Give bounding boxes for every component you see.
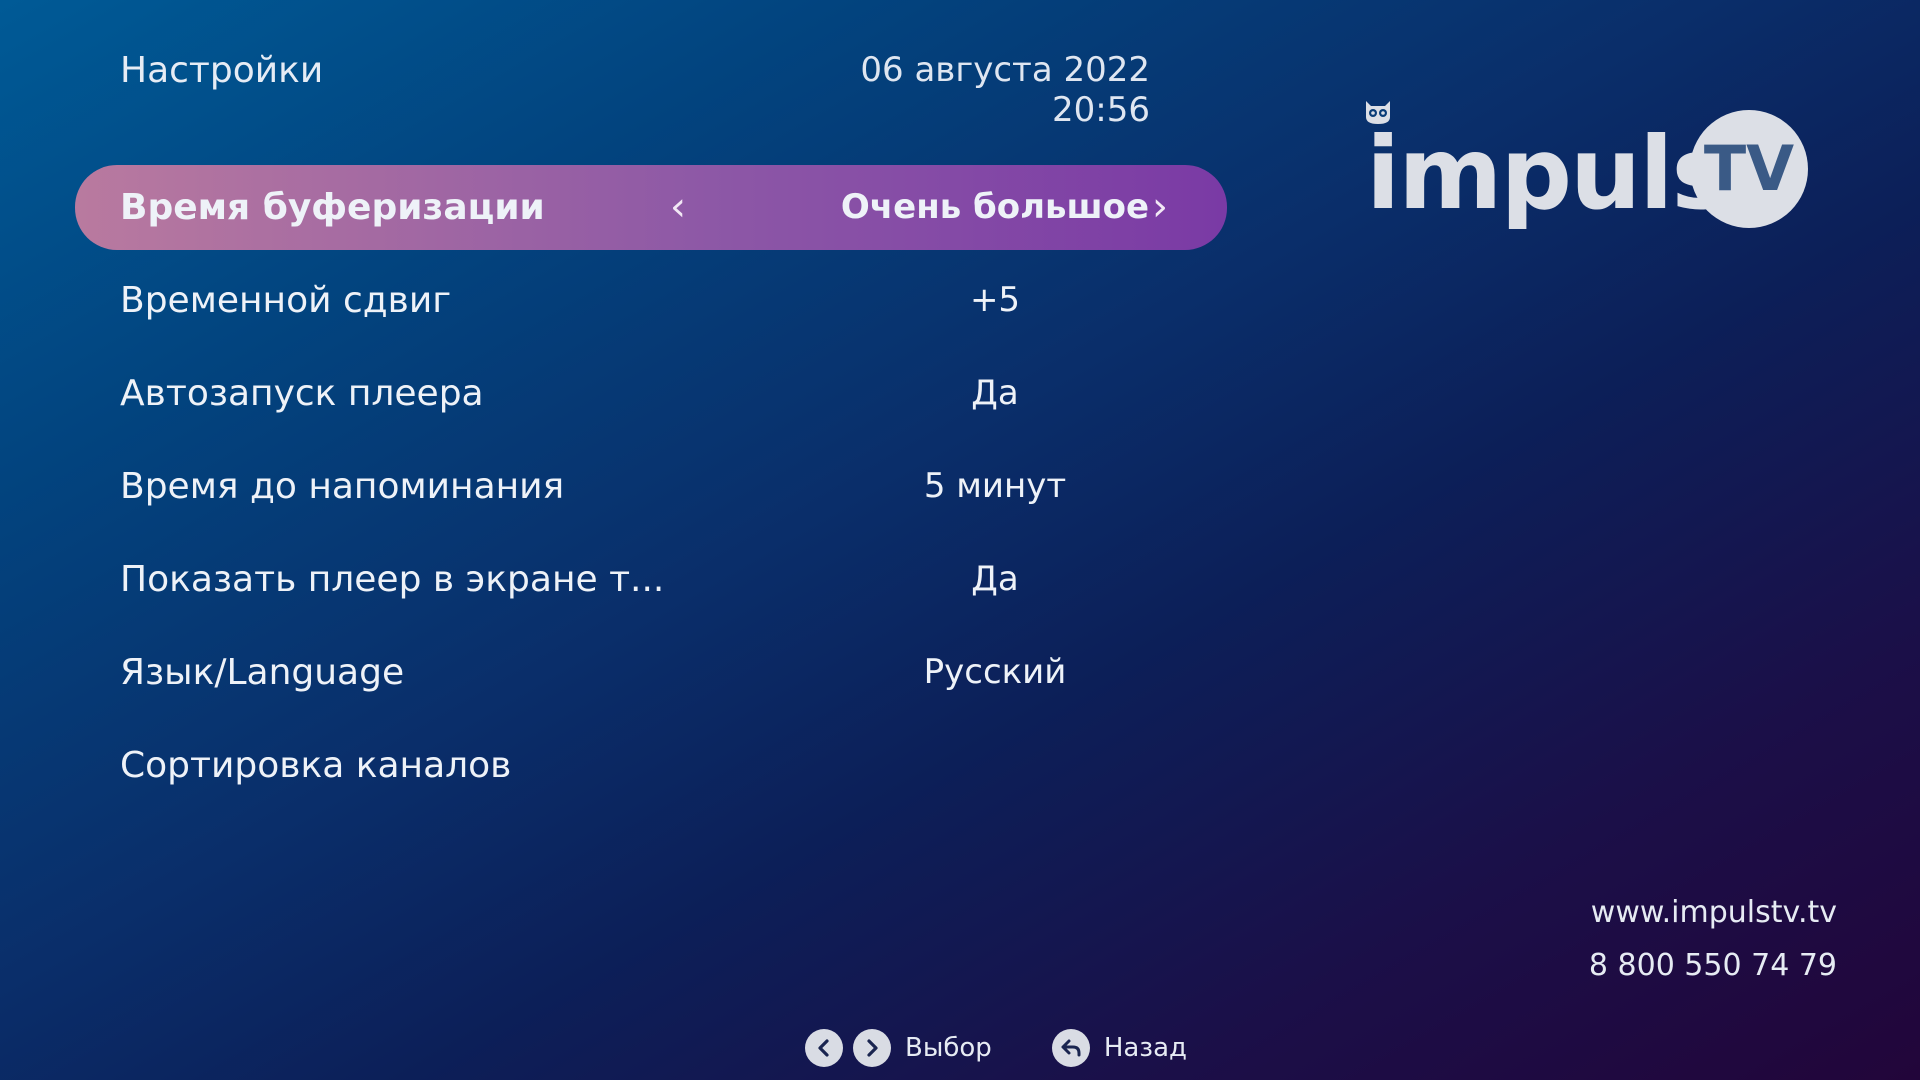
setting-label: Время буферизации xyxy=(120,187,545,228)
setting-label: Время до напоминания xyxy=(120,466,565,507)
setting-row-buffer-time[interactable]: Время буферизации ‹ Очень большое › xyxy=(75,165,1227,250)
logo-wordmark: impuls xyxy=(1366,115,1731,232)
brand-logo: impuls TV xyxy=(1360,101,1820,245)
setting-row-reminder-time[interactable]: Время до напоминания 5 минут xyxy=(75,444,1227,529)
setting-row-show-player[interactable]: Показать плеер в экране т... Да xyxy=(75,537,1227,622)
setting-label: Язык/Language xyxy=(120,652,405,693)
footer-hints: Выбор Назад xyxy=(805,1028,1247,1068)
select-hint-label: Выбор xyxy=(905,1033,992,1063)
right-arrow-icon xyxy=(853,1029,891,1067)
setting-row-player-autostart[interactable]: Автозапуск плеера Да xyxy=(75,351,1227,436)
page-title: Настройки xyxy=(120,50,324,91)
setting-value: Русский xyxy=(923,652,1067,692)
setting-label: Сортировка каналов xyxy=(120,745,512,786)
setting-row-time-shift[interactable]: Временной сдвиг +5 xyxy=(75,258,1227,343)
contact-phone: 8 800 550 74 79 xyxy=(1588,948,1837,983)
back-arrow-icon xyxy=(1051,1029,1090,1067)
datetime: 06 августа 2022 20:56 xyxy=(860,50,1150,130)
left-arrow-icon xyxy=(805,1029,843,1067)
setting-value: 5 минут xyxy=(923,466,1067,506)
setting-value: Да xyxy=(971,373,1019,413)
setting-row-channel-sort[interactable]: Сортировка каналов xyxy=(75,723,1227,808)
setting-label: Временной сдвиг xyxy=(120,280,452,321)
contact-website: www.impulstv.tv xyxy=(1590,895,1837,930)
back-hint-label: Назад xyxy=(1103,1033,1188,1063)
setting-label: Показать плеер в экране т... xyxy=(120,559,665,600)
setting-row-language[interactable]: Язык/Language Русский xyxy=(75,630,1227,715)
setting-label: Автозапуск плеера xyxy=(120,373,484,414)
next-value-arrow-icon[interactable]: › xyxy=(1140,165,1180,250)
logo-tv-text: TV xyxy=(1703,132,1795,205)
prev-value-arrow-icon[interactable]: ‹ xyxy=(658,165,698,250)
setting-value: +5 xyxy=(969,280,1021,320)
setting-value: Да xyxy=(971,559,1019,599)
logo-tv-badge: TV xyxy=(1690,110,1808,228)
settings-list: Время буферизации ‹ Очень большое › Врем… xyxy=(75,165,1227,816)
